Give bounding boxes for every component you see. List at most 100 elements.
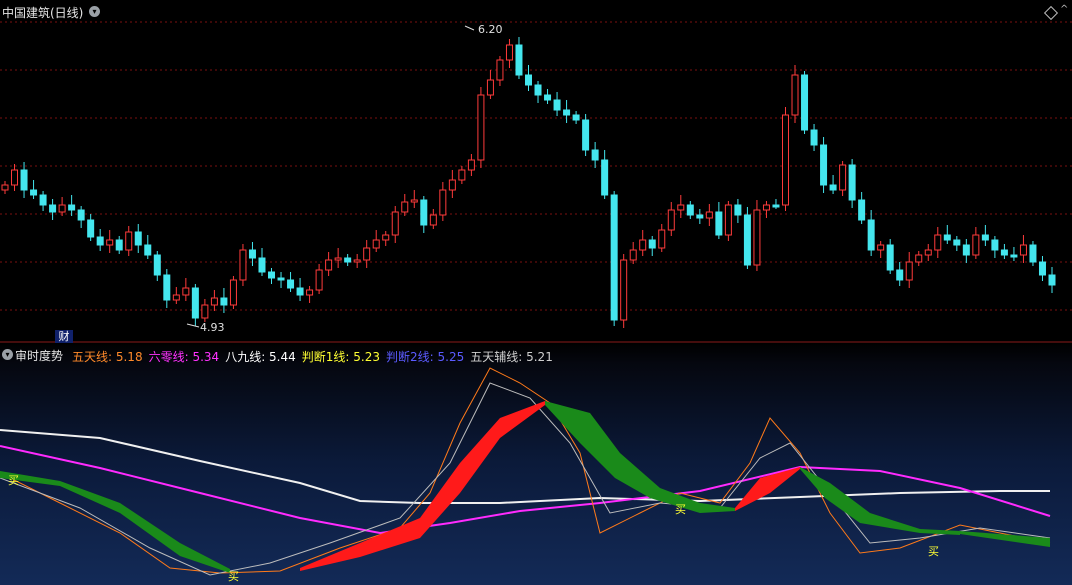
candle-down — [1029, 244, 1037, 263]
candle-down — [820, 144, 828, 186]
candle-down — [534, 84, 542, 96]
band-green — [0, 471, 230, 573]
indicator-chart: 买买买买 — [0, 367, 1051, 583]
candle-down — [867, 219, 875, 251]
candle-up — [334, 257, 342, 261]
buy-signal-label: 买 — [928, 545, 939, 558]
candle-down — [772, 204, 780, 208]
candle-up — [915, 254, 923, 263]
candle-down — [1048, 274, 1056, 286]
high-pointer — [464, 25, 475, 31]
candle-down — [563, 109, 571, 116]
candle-up — [11, 169, 19, 186]
candle-up — [762, 204, 770, 211]
candle-down — [191, 287, 199, 319]
candle-down — [801, 74, 809, 131]
candle-up — [667, 209, 675, 231]
candle-down — [268, 271, 276, 279]
candle-down — [287, 279, 295, 289]
high-label: 6.20 — [478, 23, 503, 36]
candle-down — [591, 149, 599, 161]
candle-down — [20, 169, 28, 191]
candle-up — [753, 209, 761, 266]
candle-up — [182, 287, 190, 296]
candle-up — [877, 244, 885, 251]
candle-up — [315, 269, 323, 291]
candle-down — [572, 114, 580, 121]
candle-down — [77, 209, 85, 221]
low-label: 4.93 — [200, 321, 225, 334]
candle-up — [353, 259, 361, 263]
line-5day — [0, 367, 1051, 574]
price-chart-panel: 中国建筑(日线) ▾ ^ 6.20 4.93 财 — [0, 0, 1072, 344]
candle-up — [382, 234, 390, 241]
candle-down — [515, 44, 523, 76]
buy-signal-label: 买 — [8, 474, 19, 487]
candle-up — [972, 234, 980, 256]
candle-down — [163, 274, 171, 301]
candle-down — [943, 234, 951, 241]
candle-down — [115, 239, 123, 251]
candle-up — [658, 229, 666, 249]
candle-down — [810, 129, 818, 146]
candle-down — [696, 214, 704, 219]
candle-up — [496, 59, 504, 81]
candle-down — [96, 236, 104, 246]
candle-down — [134, 231, 142, 246]
candle-up — [505, 44, 513, 61]
band-green — [545, 401, 735, 513]
candle-down — [525, 74, 532, 86]
candle-up — [325, 259, 333, 271]
candle-down — [953, 239, 961, 246]
candle-down — [686, 204, 694, 216]
candle-up — [401, 201, 409, 213]
candle-up — [467, 159, 475, 171]
candle-down — [1000, 249, 1008, 256]
candle-up — [391, 211, 399, 236]
candle-down — [248, 249, 256, 259]
candle-down — [848, 164, 856, 201]
candle-down — [896, 269, 904, 281]
candle-down — [610, 194, 618, 321]
candle-up — [629, 249, 637, 261]
candle-up — [58, 204, 66, 213]
candle-down — [144, 244, 152, 256]
candle-down — [962, 244, 970, 256]
candle-down — [258, 257, 266, 273]
candle-up — [210, 297, 218, 306]
candle-up — [486, 79, 494, 96]
candle-up — [448, 179, 456, 191]
candle-down — [582, 119, 590, 151]
candle-down — [153, 254, 161, 276]
candle-down — [715, 211, 723, 236]
band-red — [735, 467, 800, 511]
candle-down — [296, 287, 304, 296]
candle-up — [201, 304, 209, 319]
candle-down — [829, 184, 837, 191]
candle-up — [125, 231, 133, 251]
candle-up — [639, 239, 647, 251]
buy-signal-label: 买 — [675, 503, 686, 516]
candle-up — [229, 279, 237, 306]
candle-down — [858, 199, 866, 221]
candle-down — [553, 99, 561, 111]
candle-down — [991, 239, 999, 251]
candle-up — [724, 204, 732, 236]
candle-up — [705, 211, 713, 219]
band-red — [300, 401, 545, 571]
candle-down — [734, 204, 742, 216]
finance-badge[interactable]: 财 — [55, 330, 73, 344]
candle-up — [439, 189, 447, 216]
candle-up — [363, 247, 371, 261]
candlestick-chart: 6.20 4.93 — [0, 21, 1072, 343]
candle-up — [1019, 244, 1027, 256]
candle-down — [544, 94, 552, 101]
candle-down — [30, 189, 38, 196]
candle-down — [68, 204, 76, 211]
buy-signal-label: 买 — [228, 570, 239, 583]
candle-down — [648, 239, 656, 249]
candle-down — [277, 277, 285, 281]
candle-down — [981, 234, 989, 241]
candle-up — [781, 114, 789, 206]
line-89 — [0, 429, 1050, 504]
